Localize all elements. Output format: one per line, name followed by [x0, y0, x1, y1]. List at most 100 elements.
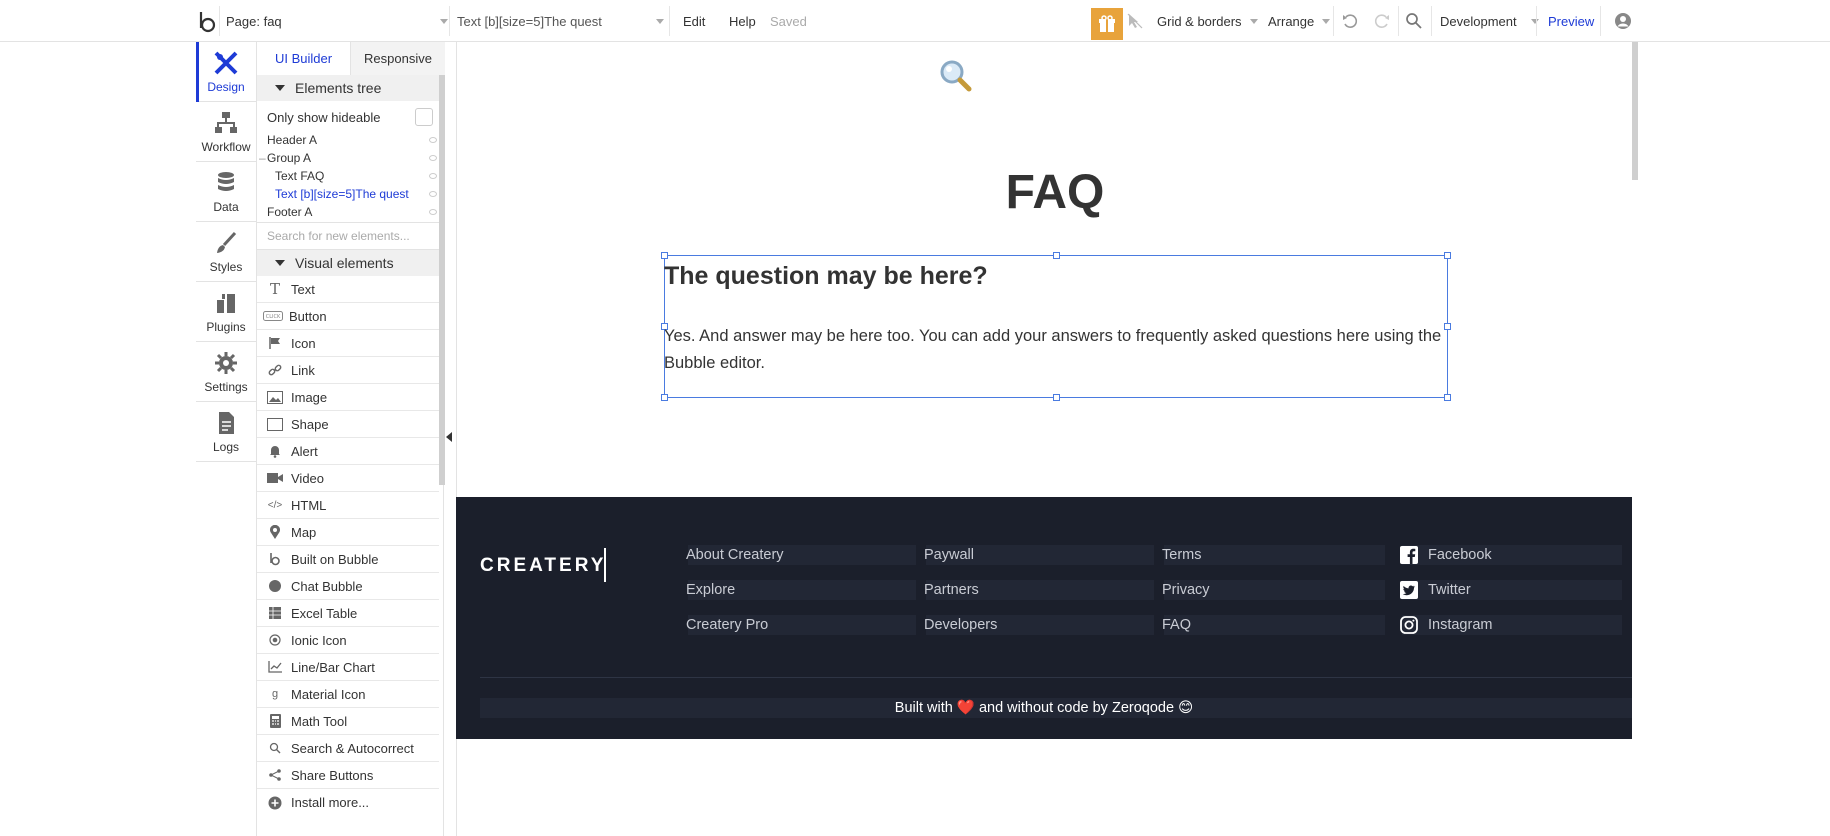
element-label: Text — [291, 281, 315, 297]
element-search-autocorrect[interactable]: Search & Autocorrect — [257, 735, 439, 762]
element-chat-bubble[interactable]: Chat Bubble — [257, 573, 439, 600]
rail-styles[interactable]: Styles — [196, 222, 256, 282]
element-image[interactable]: Image — [257, 384, 439, 411]
visual-elements-header[interactable]: Visual elements — [257, 250, 439, 276]
element-label: Shape — [291, 416, 329, 432]
tree-item-text-faq[interactable]: Text FAQ — [257, 166, 439, 186]
page-title[interactable]: FAQ — [900, 165, 1210, 220]
collapse-minus-icon[interactable]: – — [259, 151, 266, 165]
tab-ui-builder[interactable]: UI Builder — [257, 42, 351, 75]
footer-link-explore[interactable]: Explore — [686, 580, 735, 600]
resize-handle[interactable] — [1444, 394, 1451, 401]
element-built-on-bubble[interactable]: Built on Bubble — [257, 546, 439, 573]
twitter-icon[interactable] — [1400, 581, 1418, 599]
resize-handle[interactable] — [661, 394, 668, 401]
footer-brand[interactable]: CREATERY — [480, 555, 606, 577]
element-excel-table[interactable]: Excel Table — [257, 600, 439, 627]
top-bar: Page: faq Text [b][size=5]The quest Edit… — [0, 0, 1830, 42]
element-material-icon[interactable]: g Material Icon — [257, 681, 439, 708]
instagram-icon[interactable] — [1400, 616, 1418, 634]
resize-handle[interactable] — [1444, 252, 1451, 259]
bubble-logo-icon[interactable] — [197, 10, 219, 34]
footer-link-facebook[interactable]: Facebook — [1428, 545, 1492, 565]
eye-icon[interactable] — [429, 209, 437, 215]
search-icon[interactable] — [1405, 12, 1423, 30]
rail-plugins-label: Plugins — [206, 320, 246, 334]
element-link[interactable]: Link — [257, 357, 439, 384]
footer-link-instagram[interactable]: Instagram — [1428, 615, 1492, 635]
canvas-scrollbar[interactable] — [1632, 42, 1638, 180]
rail-plugins[interactable]: Plugins — [196, 282, 256, 342]
footer-link-privacy[interactable]: Privacy — [1162, 580, 1210, 600]
cursor-select-icon[interactable] — [1126, 12, 1144, 30]
eye-icon[interactable] — [429, 137, 437, 143]
rail-logs[interactable]: Logs — [196, 402, 256, 462]
triangle-down-icon — [275, 260, 285, 266]
environment-selector[interactable]: Development — [1440, 0, 1539, 42]
element-math-tool[interactable]: Math Tool — [257, 708, 439, 735]
resize-handle[interactable] — [661, 252, 668, 259]
help-menu[interactable]: Help — [729, 0, 756, 42]
eye-icon[interactable] — [429, 191, 437, 197]
search-elements-input[interactable]: Search for new elements... — [257, 222, 439, 250]
chevron-down-icon — [656, 19, 664, 24]
footer-link-twitter[interactable]: Twitter — [1428, 580, 1471, 600]
arrange-menu[interactable]: Arrange — [1268, 0, 1331, 42]
element-label: Built on Bubble — [291, 551, 379, 567]
elements-tree-header[interactable]: Elements tree — [257, 75, 439, 101]
install-more-link[interactable]: Install more... — [257, 789, 439, 816]
eye-icon[interactable] — [429, 173, 437, 179]
element-selector[interactable]: Text [b][size=5]The quest — [457, 0, 664, 42]
tree-item-footer-a[interactable]: Footer A — [257, 202, 439, 222]
element-map[interactable]: Map — [257, 519, 439, 546]
element-icon[interactable]: Icon — [257, 330, 439, 357]
tab-responsive[interactable]: Responsive — [351, 42, 445, 75]
tree-item-header-a[interactable]: Header A — [257, 130, 439, 150]
element-shape[interactable]: Shape — [257, 411, 439, 438]
only-show-hideable-checkbox[interactable] — [415, 108, 433, 126]
footer-link-pro[interactable]: Createry Pro — [686, 615, 768, 635]
resize-handle[interactable] — [1444, 323, 1451, 330]
video-icon — [267, 470, 283, 486]
account-icon[interactable] — [1614, 12, 1632, 30]
preview-button[interactable]: Preview — [1548, 0, 1594, 42]
element-ionic-icon[interactable]: Ionic Icon — [257, 627, 439, 654]
page-selector[interactable]: Page: faq — [226, 0, 448, 42]
element-alert[interactable]: Alert — [257, 438, 439, 465]
edit-menu[interactable]: Edit — [683, 0, 705, 42]
footer-link-developers[interactable]: Developers — [924, 615, 997, 635]
eye-icon[interactable] — [429, 155, 437, 161]
tree-item-group-a[interactable]: – Group A — [257, 148, 439, 168]
tree-item-label: Header A — [267, 133, 318, 147]
rail-settings[interactable]: Settings — [196, 342, 256, 402]
element-text[interactable]: T Text — [257, 276, 439, 303]
element-line-bar-chart[interactable]: Line/Bar Chart — [257, 654, 439, 681]
panel-scrollbar[interactable] — [439, 75, 445, 485]
tree-item-text-question[interactable]: Text [b][size=5]The quest — [257, 184, 439, 204]
element-video[interactable]: Video — [257, 465, 439, 492]
element-label: Share Buttons — [291, 767, 374, 783]
rail-design[interactable]: Design — [196, 42, 256, 102]
footer-link-partners[interactable]: Partners — [924, 580, 979, 600]
footer-link-paywall[interactable]: Paywall — [924, 545, 974, 565]
footer-link-terms[interactable]: Terms — [1162, 545, 1201, 565]
element-html[interactable]: </> HTML — [257, 492, 439, 519]
resize-handle[interactable] — [1053, 394, 1060, 401]
facebook-icon[interactable] — [1400, 546, 1418, 564]
rail-workflow[interactable]: Workflow — [196, 102, 256, 162]
resize-handle[interactable] — [1053, 252, 1060, 259]
footer-divider — [480, 677, 1632, 678]
collapse-panel-arrow-icon[interactable] — [446, 432, 452, 442]
element-share-buttons[interactable]: Share Buttons — [257, 762, 439, 789]
footer-link-faq[interactable]: FAQ — [1162, 615, 1191, 635]
redo-icon[interactable] — [1373, 12, 1391, 30]
undo-icon[interactable] — [1341, 12, 1359, 30]
gift-button[interactable] — [1091, 8, 1123, 40]
table-icon — [267, 605, 283, 621]
grid-borders-menu[interactable]: Grid & borders — [1157, 0, 1258, 42]
element-label: Button — [289, 308, 327, 324]
rail-data[interactable]: Data — [196, 162, 256, 222]
element-button[interactable]: CLICK Button — [257, 303, 439, 330]
heart-icon: ❤️ — [956, 700, 975, 716]
footer-link-about[interactable]: About Createry — [686, 545, 784, 565]
